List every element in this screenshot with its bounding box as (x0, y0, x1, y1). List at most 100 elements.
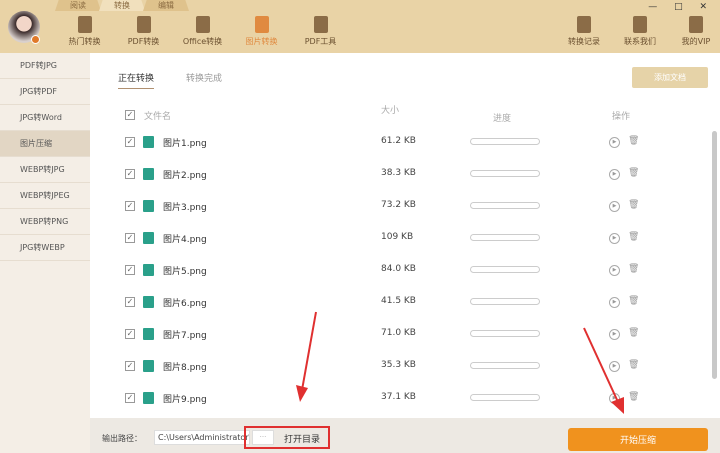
sidebar-item[interactable]: JPG转WEBP (0, 235, 90, 261)
main-panel: 正在转换 转换完成 添加文档 ✓ 文件名 大小 进度 操作 ✓ 图片1.png … (90, 53, 720, 418)
tool-label: 我的VIP (681, 37, 711, 46)
row-checkbox[interactable]: ✓ (125, 137, 135, 147)
sidebar-item[interactable]: 图片压缩 (0, 131, 90, 157)
tab-convert[interactable]: 转换 (99, 0, 145, 11)
row-checkbox[interactable]: ✓ (125, 361, 135, 371)
play-icon[interactable]: ▶ (609, 201, 620, 212)
image-file-icon (143, 168, 154, 180)
sidebar: PDF转JPG JPG转PDF JPG转Word 图片压缩 WEBP转JPG WEBP转J… (0, 53, 90, 453)
file-name: 图片1.png (163, 139, 207, 149)
play-icon[interactable]: ▶ (609, 169, 620, 180)
image-file-icon (143, 328, 154, 340)
tool-3[interactable]: 图片转换 (232, 16, 291, 47)
tool-label: 热门转换 (68, 37, 101, 46)
trash-icon[interactable]: 🗑 (628, 360, 639, 370)
play-icon[interactable]: ▶ (609, 265, 620, 276)
file-name: 图片6.png (163, 299, 207, 309)
progress-bar (470, 394, 540, 401)
tab-converting[interactable]: 正在转换 (118, 71, 155, 89)
file-name: 图片8.png (163, 363, 207, 373)
tool-label: PDF工具 (304, 37, 337, 46)
tool-label: PDF转换 (127, 37, 160, 46)
file-size: 84.0 KB (381, 264, 416, 274)
sidebar-item[interactable]: WEBP转JPG (0, 157, 90, 183)
play-icon[interactable]: ▶ (609, 137, 620, 148)
row-checkbox[interactable]: ✓ (125, 393, 135, 403)
play-icon[interactable]: ▶ (609, 297, 620, 308)
tool-4[interactable]: PDF工具 (291, 16, 350, 47)
row-checkbox[interactable]: ✓ (125, 201, 135, 211)
file-name: 图片5.png (163, 267, 207, 277)
col-name: 文件名 (144, 112, 172, 122)
rtool-0[interactable]: 转换记录 (556, 16, 612, 47)
play-icon[interactable]: ▶ (609, 233, 620, 244)
progress-bar (470, 362, 540, 369)
sidebar-item[interactable]: PDF转JPG (0, 53, 90, 79)
rtool-2[interactable]: 我的VIP (668, 16, 720, 47)
clock-icon (577, 16, 591, 33)
trash-icon[interactable]: 🗑 (628, 136, 639, 146)
tab-completed[interactable]: 转换完成 (186, 71, 222, 84)
file-name: 图片2.png (163, 171, 207, 181)
progress-bar (470, 266, 540, 273)
file-size: 109 KB (381, 232, 414, 242)
table-row: ✓ 图片3.png 73.2 KB ▶ 🗑 (125, 199, 685, 215)
image-file-icon (143, 264, 154, 276)
image-icon (254, 16, 269, 33)
scrollbar[interactable] (712, 131, 717, 379)
start-compress-button[interactable]: 开始压缩 (568, 428, 708, 451)
trash-icon[interactable]: 🗑 (628, 168, 639, 178)
sidebar-item[interactable]: WEBP转PNG (0, 209, 90, 235)
play-icon[interactable]: ▶ (609, 393, 620, 404)
tool-1[interactable]: PDF转换 (114, 16, 173, 47)
top-bar: 阅读 转换 编辑 热门转换 PDF转换 Office转换 图片转换 PDF工具 转换记录… (0, 0, 720, 53)
add-document-button[interactable]: 添加文档 (632, 67, 708, 88)
file-name: 图片3.png (163, 203, 207, 213)
file-name: 图片7.png (163, 331, 207, 341)
output-path-field[interactable]: C:\Users\Administrator\ (154, 430, 250, 445)
trash-icon[interactable]: 🗑 (628, 328, 639, 338)
play-icon[interactable]: ▶ (609, 329, 620, 340)
row-checkbox[interactable]: ✓ (125, 297, 135, 307)
sidebar-item[interactable]: JPG转PDF (0, 79, 90, 105)
progress-bar (470, 298, 540, 305)
play-icon[interactable]: ▶ (609, 361, 620, 372)
trash-icon[interactable]: 🗑 (628, 296, 639, 306)
file-size: 37.1 KB (381, 392, 416, 402)
sidebar-item[interactable]: JPG转Word (0, 105, 90, 131)
row-checkbox[interactable]: ✓ (125, 265, 135, 275)
trash-icon[interactable]: 🗑 (628, 232, 639, 242)
image-file-icon (143, 136, 154, 148)
table-row: ✓ 图片9.png 37.1 KB ▶ 🗑 (125, 391, 685, 407)
bottom-bar: 输出路径： C:\Users\Administrator\ ··· 打开目录 开… (90, 418, 720, 453)
doc-icon (195, 16, 210, 33)
window-controls[interactable]: — □ ✕ (648, 2, 714, 12)
row-checkbox[interactable]: ✓ (125, 329, 135, 339)
table-row: ✓ 图片4.png 109 KB ▶ 🗑 (125, 231, 685, 247)
sidebar-item[interactable]: WEBP转JPEG (0, 183, 90, 209)
tool-label: 图片转换 (245, 37, 278, 46)
row-checkbox[interactable]: ✓ (125, 233, 135, 243)
trash-icon[interactable]: 🗑 (628, 392, 639, 402)
table-row: ✓ 图片8.png 35.3 KB ▶ 🗑 (125, 359, 685, 375)
tool-label: 联系我们 (624, 37, 656, 46)
file-size: 73.2 KB (381, 200, 416, 210)
image-file-icon (143, 232, 154, 244)
file-size: 71.0 KB (381, 328, 416, 338)
table-row: ✓ 图片2.png 38.3 KB ▶ 🗑 (125, 167, 685, 183)
rtool-1[interactable]: 联系我们 (612, 16, 668, 47)
image-file-icon (143, 296, 154, 308)
tab-read[interactable]: 阅读 (55, 0, 101, 11)
tab-edit[interactable]: 编辑 (143, 0, 189, 11)
select-all-checkbox[interactable]: ✓ (125, 110, 135, 120)
tool-2[interactable]: Office转换 (173, 16, 232, 47)
trash-icon[interactable]: 🗑 (628, 200, 639, 210)
trash-icon[interactable]: 🗑 (628, 264, 639, 274)
headset-icon (633, 16, 647, 33)
file-size: 41.5 KB (381, 296, 416, 306)
row-checkbox[interactable]: ✓ (125, 169, 135, 179)
table-row: ✓ 图片1.png 61.2 KB ▶ 🗑 (125, 135, 685, 151)
tool-0[interactable]: 热门转换 (55, 16, 114, 47)
progress-bar (470, 330, 540, 337)
crown-icon (689, 16, 703, 33)
